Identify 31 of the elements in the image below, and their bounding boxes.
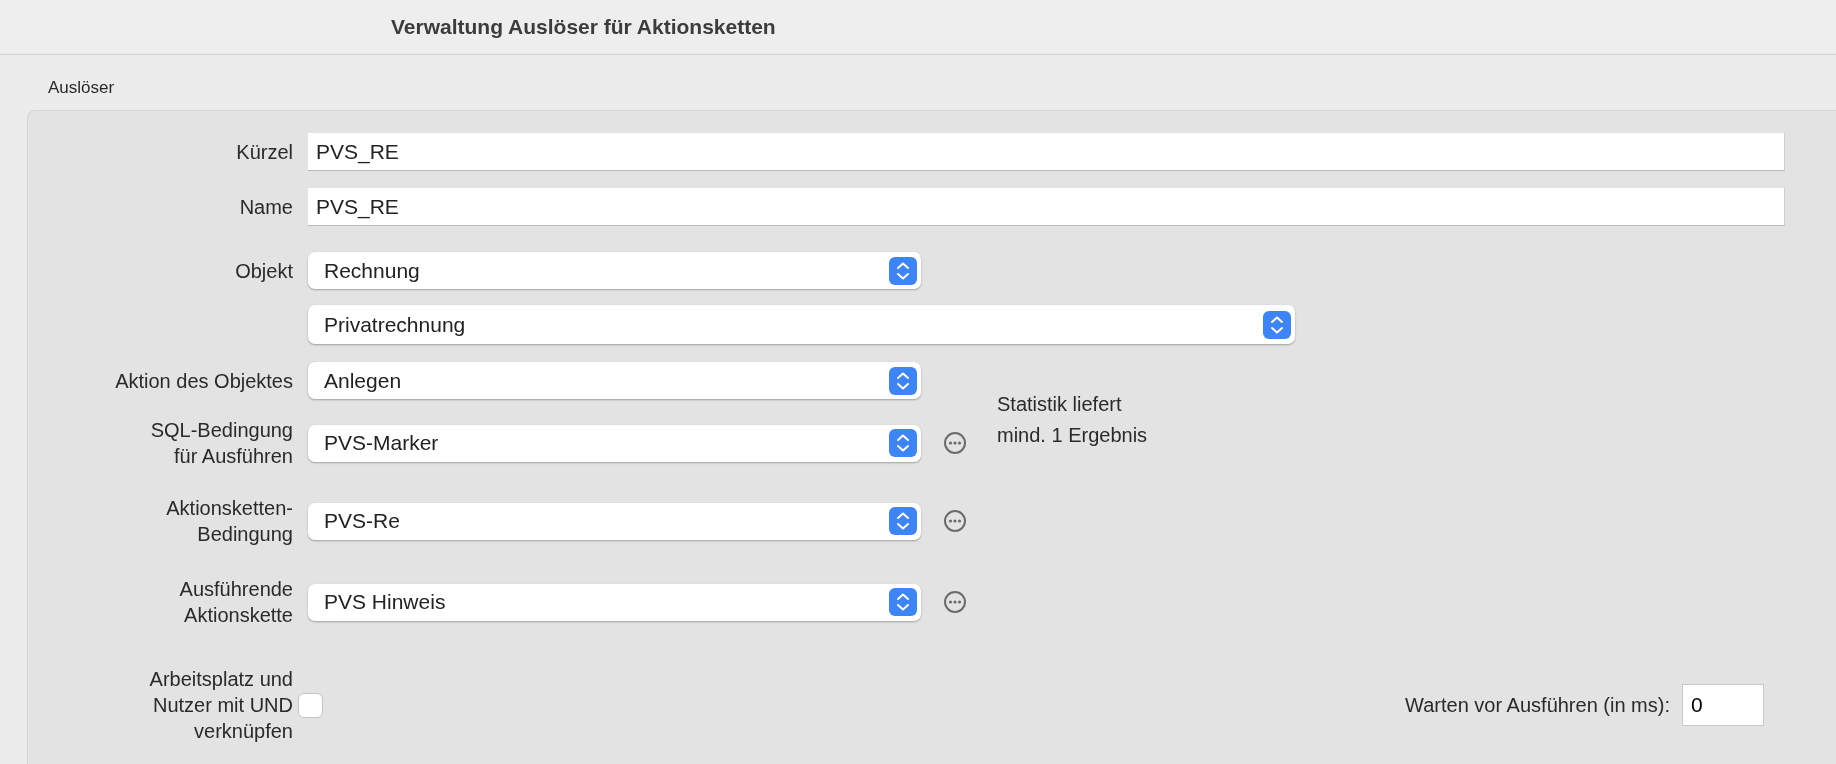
stepper-icon bbox=[889, 429, 917, 457]
stepper-icon bbox=[1263, 310, 1291, 339]
field-label: Objekt bbox=[235, 258, 293, 284]
field-label: Aktion des Objektes bbox=[115, 368, 293, 394]
field-label: Aktionsketten- Bedingung bbox=[166, 496, 293, 547]
delay-field[interactable]: 0 bbox=[1682, 684, 1764, 726]
popup-button[interactable]: PVS-Marker bbox=[308, 424, 921, 462]
stepper-icon bbox=[889, 256, 917, 285]
window-title: Verwaltung Auslöser für Aktionsketten bbox=[391, 15, 776, 39]
popup-button[interactable]: PVS-Re bbox=[308, 502, 921, 540]
popup-button[interactable]: Privatrechnung bbox=[308, 305, 1295, 344]
field-label: Name bbox=[239, 195, 293, 220]
popup-button[interactable]: Rechnung bbox=[308, 252, 921, 289]
text-field[interactable]: PVS_RE bbox=[308, 188, 1785, 226]
checkbox[interactable] bbox=[298, 692, 323, 718]
stepper-icon bbox=[889, 507, 917, 535]
stepper-icon bbox=[889, 366, 917, 395]
checkbox-label: Arbeitsplatz und Nutzer mit UND verknüpfen bbox=[149, 667, 293, 744]
more-icon[interactable] bbox=[943, 590, 967, 614]
field-label: Ausführende Aktionskette bbox=[179, 577, 293, 628]
text-field[interactable]: PVS_RE bbox=[308, 133, 1785, 171]
stepper-icon bbox=[889, 588, 917, 616]
note-text: Statistik liefert mind. 1 Ergebnis bbox=[997, 392, 1148, 448]
popup-button[interactable]: Anlegen bbox=[308, 362, 921, 399]
group-title: Auslöser bbox=[48, 78, 116, 98]
popup-button[interactable]: PVS Hinweis bbox=[308, 583, 921, 621]
more-icon[interactable] bbox=[943, 509, 967, 533]
field-label: SQL-Bedingung für Ausführen bbox=[150, 418, 293, 469]
more-icon[interactable] bbox=[943, 431, 967, 455]
delay-label: Warten vor Ausführen (in ms): bbox=[1405, 693, 1670, 717]
field-label: Kürzel bbox=[236, 140, 293, 165]
